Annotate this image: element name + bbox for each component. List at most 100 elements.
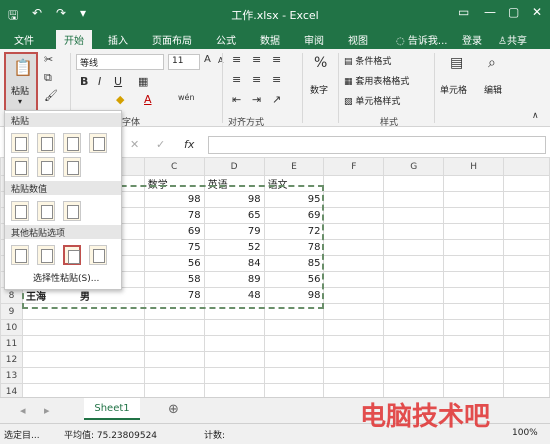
align-left-icon[interactable]: ≡ [232, 73, 241, 86]
linked-picture-icon[interactable] [89, 245, 107, 265]
cell[interactable] [503, 207, 550, 224]
paste-formulas-icon[interactable] [37, 133, 55, 153]
collapse-ribbon-icon[interactable]: ∧ [532, 111, 539, 121]
no-borders-icon[interactable] [11, 157, 29, 177]
cell[interactable] [323, 287, 385, 304]
zoom-level[interactable]: 100% [512, 428, 538, 438]
cell[interactable] [383, 191, 445, 208]
conditional-format-button[interactable]: ▤ 条件格式 [344, 54, 391, 67]
cell[interactable] [263, 319, 325, 336]
paste-picture-icon[interactable] [63, 245, 81, 265]
values-source-format-icon[interactable] [63, 201, 81, 221]
copy-icon[interactable]: ⧉ [44, 71, 52, 85]
cell[interactable] [323, 223, 385, 240]
table-format-button[interactable]: ▦ 套用表格格式 [344, 74, 409, 87]
cell[interactable] [323, 175, 385, 192]
column-header[interactable]: H [443, 157, 505, 176]
tell-me-box[interactable]: ◌ 告诉我... [396, 32, 447, 47]
column-header[interactable]: E [263, 157, 325, 176]
cell[interactable] [383, 351, 445, 368]
paste-formulas-number-format-icon[interactable] [63, 133, 81, 153]
font-size-select[interactable]: 11 [168, 54, 200, 70]
cell[interactable] [503, 351, 550, 368]
cell[interactable] [443, 303, 505, 320]
cell[interactable] [503, 335, 550, 352]
cell[interactable] [503, 175, 550, 192]
cell[interactable] [503, 191, 550, 208]
cell[interactable] [203, 351, 265, 368]
row-header[interactable]: 10 [0, 319, 23, 336]
cell[interactable] [21, 367, 145, 384]
align-center-icon[interactable]: ≡ [252, 73, 261, 86]
cell[interactable] [203, 335, 265, 352]
cell[interactable] [203, 367, 265, 384]
cell[interactable] [383, 175, 445, 192]
minimize-icon[interactable]: — [484, 5, 496, 19]
italic-icon[interactable]: I [98, 75, 101, 88]
align-right-icon[interactable]: ≡ [272, 73, 281, 86]
paste-icon[interactable] [11, 133, 29, 153]
formula-input[interactable] [208, 136, 546, 154]
transpose-icon[interactable] [63, 157, 81, 177]
cell[interactable] [323, 191, 385, 208]
editing-button[interactable]: ⌕ 编辑 [480, 53, 510, 109]
cell[interactable] [21, 351, 145, 368]
column-header[interactable]: D [203, 157, 265, 176]
row-header[interactable]: 9 [0, 303, 23, 320]
cell[interactable] [503, 303, 550, 320]
cell[interactable] [323, 239, 385, 256]
cell[interactable] [383, 287, 445, 304]
cell[interactable] [443, 191, 505, 208]
cell[interactable] [383, 303, 445, 320]
insert-function-icon[interactable]: fx [184, 138, 194, 151]
tab-file[interactable]: 文件 [14, 32, 34, 47]
tab-review[interactable]: 审阅 [304, 32, 324, 47]
cell[interactable] [143, 335, 205, 352]
cell[interactable] [383, 207, 445, 224]
bold-icon[interactable]: B [80, 75, 88, 88]
phonetic-icon[interactable]: wén [178, 93, 195, 102]
cell[interactable] [503, 239, 550, 256]
cell[interactable] [263, 335, 325, 352]
align-middle-icon[interactable]: ≡ [252, 53, 261, 66]
outdent-icon[interactable]: ⇥ [252, 93, 261, 106]
close-icon[interactable]: ✕ [532, 5, 542, 19]
underline-icon[interactable]: U [114, 75, 122, 88]
cell[interactable] [443, 239, 505, 256]
add-sheet-icon[interactable]: ⊕ [168, 402, 179, 417]
cell[interactable] [383, 367, 445, 384]
border-icon[interactable]: ▦ [138, 75, 148, 88]
cell[interactable] [323, 303, 385, 320]
font-name-select[interactable]: 等线 [76, 54, 164, 70]
prev-sheet-icon[interactable]: ◂ [20, 404, 26, 417]
cell-style-button[interactable]: ▧ 单元格样式 [344, 94, 400, 107]
enter-icon[interactable]: ✓ [156, 138, 165, 151]
cell[interactable] [263, 351, 325, 368]
indent-icon[interactable]: ⇤ [232, 93, 241, 106]
login-link[interactable]: 登录 [462, 32, 482, 47]
cell[interactable] [443, 319, 505, 336]
cell[interactable] [143, 351, 205, 368]
cell[interactable] [323, 351, 385, 368]
paste-values-icon[interactable] [11, 201, 29, 221]
tab-insert[interactable]: 插入 [108, 32, 128, 47]
cell[interactable] [383, 239, 445, 256]
row-header[interactable]: 13 [0, 367, 23, 384]
cell[interactable] [203, 319, 265, 336]
orientation-icon[interactable]: ↗ [272, 93, 281, 106]
tab-data[interactable]: 数据 [260, 32, 280, 47]
align-top-icon[interactable]: ≡ [232, 53, 241, 66]
cell[interactable] [143, 319, 205, 336]
font-color-icon[interactable]: A [144, 93, 152, 106]
cell[interactable] [443, 351, 505, 368]
cell[interactable] [383, 271, 445, 288]
cell[interactable] [323, 367, 385, 384]
cell[interactable] [503, 223, 550, 240]
keep-column-width-icon[interactable] [37, 157, 55, 177]
column-header[interactable]: C [143, 157, 205, 176]
column-header[interactable] [503, 157, 550, 176]
tab-formulas[interactable]: 公式 [216, 32, 236, 47]
cell[interactable] [443, 271, 505, 288]
cell[interactable] [383, 319, 445, 336]
cell[interactable] [143, 367, 205, 384]
